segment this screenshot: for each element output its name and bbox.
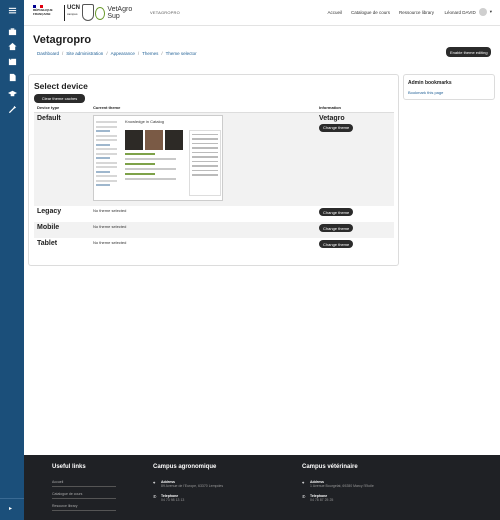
bookmark-page-link[interactable]: Bookmark this page: [408, 90, 494, 95]
site-brand[interactable]: VETAGROPRO: [150, 10, 180, 15]
menu-icon[interactable]: [6, 6, 18, 18]
nav-link-library[interactable]: Ressource library: [399, 10, 434, 15]
chevron-down-icon: ▾: [489, 9, 492, 14]
screenshot-title: Knowledge in Catalog: [125, 118, 164, 124]
footer-heading: Useful links: [52, 464, 86, 470]
footer-link-catalogue[interactable]: Catalogue de cours: [52, 492, 116, 499]
graduation-icon[interactable]: [6, 89, 18, 101]
table-row: Legacy No theme selected Change theme: [34, 206, 394, 222]
theme-screenshot: Knowledge in Catalog: [93, 114, 223, 201]
drawer-toggle[interactable]: ▸: [0, 498, 24, 520]
device-name: Tablet: [37, 240, 58, 247]
phone-icon: ✆: [153, 494, 157, 499]
drawer-rail: [0, 0, 24, 520]
theme-name: Vetagro: [319, 114, 345, 122]
page-footer: Useful links Accueil Catalogue de cours …: [24, 455, 500, 520]
nav-link-home[interactable]: Accueil: [327, 10, 342, 15]
phone-value: 04 78 87 25 25: [310, 498, 334, 502]
footer-heading: Campus vétérinaire: [302, 464, 358, 470]
gouv-logo: RÉPUBLIQUE FRANÇAISE: [33, 5, 53, 21]
footer-heading: Campus agronomique: [153, 464, 217, 470]
avatar: [478, 8, 487, 16]
nav-link-catalogue[interactable]: Catalogue de cours: [351, 10, 390, 15]
address-value: 1 Avenue Bourgelat, 69280 Marcy l'Etoile: [310, 484, 374, 488]
breadcrumb-theme-selector[interactable]: Theme selector: [166, 51, 197, 56]
wrench-icon[interactable]: [6, 105, 18, 117]
shield-logo: [82, 4, 94, 21]
table-row: Default Knowledge in Catalog Vetagro Cha…: [34, 112, 394, 206]
footer-link-library[interactable]: Resource library: [52, 504, 116, 511]
footer-link-home[interactable]: Accueil: [52, 480, 116, 487]
calendar-icon[interactable]: [6, 57, 18, 69]
user-menu[interactable]: Léonard DAVID ▾: [445, 8, 492, 16]
enable-theme-editing-button[interactable]: Enable theme editing: [446, 47, 491, 57]
table-row: Mobile No theme selected Change theme: [34, 222, 394, 238]
device-theme-table: Device type Current theme Information De…: [34, 104, 394, 254]
table-row: Tablet No theme selected Change theme: [34, 238, 394, 254]
clear-theme-caches-button[interactable]: Clear theme caches: [34, 94, 85, 103]
col-information: Information: [316, 104, 394, 113]
top-navbar: RÉPUBLIQUE FRANÇAISE UCN campus VetAgro …: [24, 0, 500, 26]
change-theme-button[interactable]: Change theme: [319, 123, 354, 132]
footer-campus-agro: Campus agronomique ⌖ Address 89 Avenue de…: [153, 464, 224, 502]
theme-selector-region: Select device Clear theme caches Device …: [28, 74, 399, 266]
page-title: Vetagropro: [33, 34, 92, 46]
breadcrumb-site-admin[interactable]: Site administration: [66, 51, 103, 56]
section-heading: Select device: [34, 81, 88, 91]
device-name: Legacy: [37, 208, 62, 215]
change-theme-button[interactable]: Change theme: [319, 208, 354, 216]
phone-value: 04 73 98 13 13: [161, 498, 185, 502]
current-theme-value: No theme selected: [93, 240, 127, 245]
current-theme-value: No theme selected: [93, 208, 127, 213]
col-device-type: Device type: [34, 104, 90, 113]
breadcrumb-appearance[interactable]: Appearance: [111, 51, 135, 56]
footer-useful-links: Useful links Accueil Catalogue de cours …: [52, 464, 116, 516]
block-title: Admin bookmarks: [408, 80, 452, 86]
breadcrumb-dashboard[interactable]: Dashboard: [37, 51, 59, 56]
chevron-right-icon: ▸: [9, 506, 13, 512]
home-icon[interactable]: [6, 42, 18, 54]
location-icon: ⌖: [153, 480, 156, 485]
user-name: Léonard DAVID: [444, 9, 476, 15]
change-theme-button[interactable]: Change theme: [319, 224, 354, 232]
location-icon: ⌖: [302, 480, 305, 485]
address-value: 89 Avenue de l'Europe, 63370 Lempdes: [161, 484, 224, 488]
device-name: Default: [37, 114, 61, 122]
current-theme-value: No theme selected: [93, 224, 127, 229]
change-theme-button[interactable]: Change theme: [319, 240, 354, 248]
footer-campus-vet: Campus vétérinaire ⌖ Address 1 Avenue Bou…: [302, 464, 374, 502]
col-current-theme: Current theme: [90, 104, 316, 113]
files-icon[interactable]: [6, 73, 18, 85]
device-name: Mobile: [37, 224, 60, 231]
breadcrumb: Dashboard / Site administration / Appearan…: [37, 51, 197, 56]
breadcrumb-themes[interactable]: Themes: [142, 51, 158, 56]
ucn-logo: UCN campus: [64, 5, 80, 21]
admin-bookmarks-block: Admin bookmarks Bookmark this page: [403, 74, 495, 100]
vetagro-logo: VetAgro Sup: [95, 5, 137, 21]
phone-icon: ✆: [302, 494, 306, 499]
primary-navigation: Accueil Catalogue de cours Ressource lib…: [327, 10, 434, 15]
dashboard-icon[interactable]: [6, 27, 18, 39]
